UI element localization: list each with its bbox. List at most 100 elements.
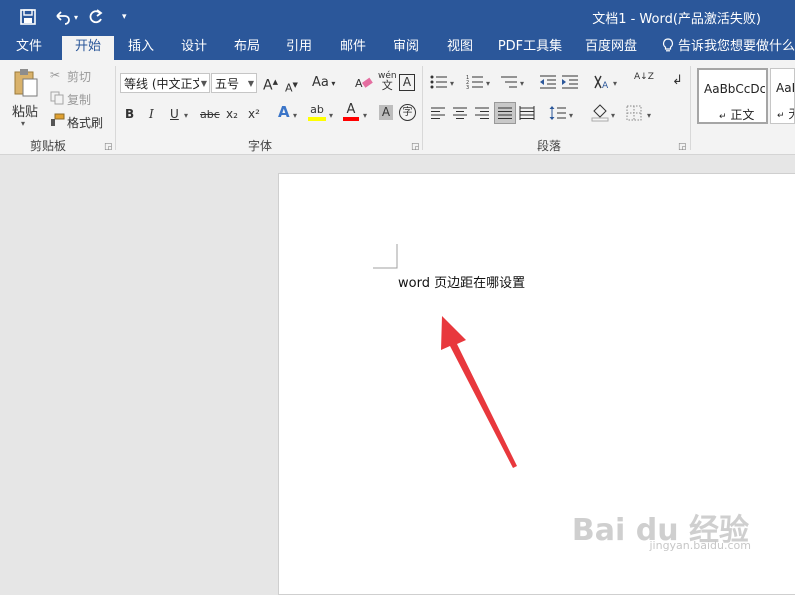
justify-button[interactable] bbox=[494, 102, 516, 124]
tab-home[interactable]: 开始 bbox=[62, 36, 114, 60]
enclose-characters-icon[interactable]: 字 bbox=[399, 104, 416, 121]
line-spacing-dropdown-icon[interactable]: ▾ bbox=[569, 108, 573, 124]
chinese-layout-dropdown-icon[interactable]: ▾ bbox=[613, 76, 617, 92]
style-normal-name: ↵ 正文 bbox=[719, 108, 755, 122]
bullets-dropdown-icon[interactable]: ▾ bbox=[450, 76, 454, 92]
chevron-down-icon[interactable]: ▼ bbox=[248, 74, 254, 92]
tab-review[interactable]: 审阅 bbox=[382, 34, 430, 60]
undo-dropdown-icon[interactable]: ▾ bbox=[74, 13, 78, 22]
bullets-icon[interactable] bbox=[430, 74, 448, 90]
tab-file[interactable]: 文件 bbox=[0, 34, 58, 60]
character-shading-icon[interactable]: A bbox=[379, 105, 393, 120]
cut-button[interactable]: 剪切 bbox=[67, 68, 91, 85]
style-normal-sample: AaBbCcDc bbox=[704, 82, 765, 96]
align-right-icon[interactable] bbox=[474, 106, 490, 120]
sort-icon[interactable]: A↓Z bbox=[634, 73, 654, 82]
character-border-icon[interactable]: A bbox=[399, 74, 415, 91]
chinese-layout-icon[interactable]: A bbox=[593, 74, 611, 90]
lightbulb-icon bbox=[662, 38, 674, 52]
phonetic-guide-icon[interactable]: wén 文 bbox=[378, 71, 397, 92]
tab-insert[interactable]: 插入 bbox=[118, 34, 164, 60]
baidu-watermark-url: jingyan.baidu.com bbox=[649, 539, 751, 552]
tab-design[interactable]: 设计 bbox=[170, 34, 218, 60]
numbering-icon[interactable]: 1 2 3 bbox=[466, 74, 484, 90]
format-painter-icon bbox=[51, 113, 65, 126]
tab-baidu-netdisk[interactable]: 百度网盘 bbox=[578, 34, 644, 60]
strikethrough-icon[interactable]: abc bbox=[200, 107, 220, 123]
multilevel-dropdown-icon[interactable]: ▾ bbox=[520, 76, 524, 92]
paragraph-dialog-launcher-icon[interactable]: ◲ bbox=[678, 142, 687, 152]
customize-qat-icon[interactable]: ▾ bbox=[122, 12, 127, 22]
style-no-spacing-sample: AaB bbox=[776, 81, 794, 95]
tell-me-search[interactable]: 告诉我您想要做什么... bbox=[662, 34, 795, 60]
justify-icon bbox=[498, 107, 512, 119]
underline-icon[interactable]: U bbox=[170, 106, 179, 122]
quick-access-toolbar: ▾ ▾ bbox=[20, 0, 127, 34]
copy-icon bbox=[50, 91, 64, 105]
change-case-icon[interactable]: Aa ▾ bbox=[312, 75, 335, 92]
text-effects-icon[interactable]: A bbox=[278, 104, 290, 120]
bold-icon[interactable]: B bbox=[125, 106, 134, 122]
group-divider bbox=[690, 66, 691, 150]
font-dialog-launcher-icon[interactable]: ◲ bbox=[411, 142, 420, 152]
svg-text:3: 3 bbox=[466, 85, 469, 90]
distributed-align-icon[interactable] bbox=[519, 106, 535, 120]
tab-view[interactable]: 视图 bbox=[436, 34, 484, 60]
tab-layout[interactable]: 布局 bbox=[224, 34, 270, 60]
margin-corner-mark bbox=[373, 244, 398, 269]
font-name-combo[interactable]: 等线 (中文正文 ▼ bbox=[120, 73, 210, 93]
highlight-icon[interactable]: ab bbox=[308, 103, 326, 121]
font-size-value: 五号 bbox=[215, 77, 240, 91]
borders-dropdown-icon[interactable]: ▾ bbox=[647, 108, 651, 124]
clipboard-dialog-launcher-icon[interactable]: ◲ bbox=[104, 142, 113, 152]
paste-icon[interactable] bbox=[12, 68, 40, 98]
grow-font-icon[interactable]: A▲ bbox=[263, 74, 278, 94]
style-normal[interactable]: AaBbCcDc ↵ 正文 bbox=[697, 68, 768, 124]
superscript-icon[interactable]: x² bbox=[248, 106, 260, 122]
scissors-icon: ✂ bbox=[50, 68, 61, 82]
font-color-icon[interactable]: A bbox=[343, 103, 359, 121]
show-marks-icon[interactable]: ↲ bbox=[672, 73, 683, 89]
save-icon[interactable] bbox=[20, 9, 36, 25]
undo-icon[interactable] bbox=[54, 9, 70, 25]
subscript-icon[interactable]: x₂ bbox=[226, 106, 238, 122]
shading-icon[interactable] bbox=[591, 104, 609, 122]
clipboard-group-label: 剪贴板 bbox=[30, 139, 67, 153]
redo-icon[interactable] bbox=[88, 9, 104, 25]
increase-indent-icon[interactable] bbox=[561, 74, 579, 90]
decrease-indent-icon[interactable] bbox=[539, 74, 557, 90]
tab-mailings[interactable]: 邮件 bbox=[328, 34, 378, 60]
font-name-value: 等线 (中文正文 bbox=[124, 77, 205, 91]
font-group-label: 字体 bbox=[248, 139, 273, 153]
tab-references[interactable]: 引用 bbox=[276, 34, 322, 60]
align-left-icon[interactable] bbox=[430, 106, 446, 120]
multilevel-list-icon[interactable] bbox=[500, 74, 518, 90]
align-center-icon[interactable] bbox=[452, 106, 468, 120]
highlight-dropdown-icon[interactable]: ▾ bbox=[329, 108, 333, 124]
underline-dropdown-icon[interactable]: ▾ bbox=[184, 108, 188, 124]
style-no-spacing-name: ↵ 无 bbox=[777, 107, 794, 121]
text-effects-dropdown-icon[interactable]: ▾ bbox=[293, 108, 297, 124]
tell-me-text: 告诉我您想要做什么... bbox=[678, 39, 795, 54]
chevron-down-icon[interactable]: ▼ bbox=[198, 74, 207, 92]
line-spacing-icon[interactable] bbox=[549, 105, 567, 121]
italic-icon[interactable]: I bbox=[149, 106, 154, 122]
shrink-font-icon[interactable]: A▼ bbox=[285, 77, 298, 97]
font-color-dropdown-icon[interactable]: ▾ bbox=[363, 108, 367, 124]
shading-dropdown-icon[interactable]: ▾ bbox=[611, 108, 615, 124]
paste-dropdown-icon[interactable]: ▾ bbox=[21, 116, 25, 132]
numbering-dropdown-icon[interactable]: ▾ bbox=[486, 76, 490, 92]
copy-button[interactable]: 复制 bbox=[67, 91, 91, 108]
document-text[interactable]: word 页边距在哪设置 bbox=[398, 272, 525, 291]
clear-formatting-icon[interactable]: A bbox=[355, 75, 373, 91]
format-painter-button[interactable]: 格式刷 bbox=[67, 114, 103, 131]
borders-icon[interactable] bbox=[626, 105, 642, 121]
red-arrow-annotation bbox=[441, 316, 517, 468]
svg-text:A: A bbox=[602, 81, 609, 90]
group-divider bbox=[422, 66, 423, 150]
document-title: 文档1 - Word(产品激活失败) bbox=[592, 12, 761, 27]
svg-text:A: A bbox=[355, 77, 363, 90]
font-size-combo[interactable]: 五号 ▼ bbox=[211, 73, 257, 93]
style-no-spacing[interactable]: AaB ↵ 无 bbox=[770, 68, 795, 124]
tab-pdf-tools[interactable]: PDF工具集 bbox=[490, 34, 570, 60]
